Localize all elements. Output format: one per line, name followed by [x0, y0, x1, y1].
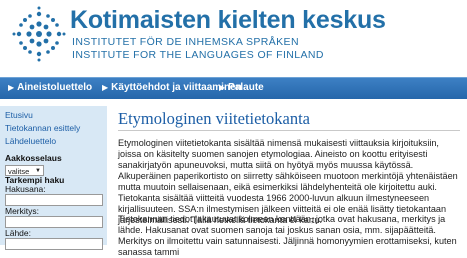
- arrow-right-icon: ▶: [219, 83, 226, 92]
- sidebar-link-lahdeluettelo[interactable]: Lähdeluettelo: [5, 136, 56, 146]
- sidebar-link-tietokannan-esittely[interactable]: Tietokannan esittely: [5, 123, 80, 133]
- page-title: Etymologinen viitetietokanta: [118, 109, 310, 128]
- sidebar-link-etusivu[interactable]: Etusivu: [5, 110, 33, 120]
- site-subtitle-swedish: INSTITUTET FÖR DE INHEMSKA SPRÅKEN: [72, 36, 299, 48]
- arrow-right-icon: ▶: [102, 83, 109, 92]
- arrow-right-icon: ▶: [8, 83, 15, 92]
- site-header: Kotimaisten kielten keskus INSTITUTET FÖ…: [0, 0, 467, 74]
- merkitys-input[interactable]: [5, 216, 103, 228]
- main-navigation: ▶ Aineistoluettelo ▶ Käyttöehdot ja viitta…: [0, 77, 467, 99]
- institute-logo-icon[interactable]: [10, 6, 68, 62]
- alphabetical-browse-label: Aakkosselaus: [5, 153, 62, 163]
- nav-item-palaute[interactable]: ▶ Palaute: [219, 82, 264, 93]
- lahde-input[interactable]: [5, 238, 103, 250]
- site-subtitle-english: INSTITUTE FOR THE LANGUAGES OF FINLAND: [72, 49, 324, 61]
- merkitys-label: Merkitys:: [5, 206, 39, 216]
- fields-paragraph: Tietokannan tiedot jakautuvat kolmeen ke…: [118, 214, 457, 257]
- title-divider: [118, 130, 460, 131]
- intro-paragraph: Etymologinen viitetietokanta sisältää ni…: [118, 138, 458, 225]
- lahde-label: Lähde:: [5, 228, 31, 238]
- site-title[interactable]: Kotimaisten kielten keskus: [70, 6, 386, 35]
- hakusana-input[interactable]: [5, 194, 103, 206]
- nav-item-aineistoluettelo[interactable]: ▶ Aineistoluettelo: [8, 82, 92, 93]
- hakusana-label: Hakusana:: [5, 184, 46, 194]
